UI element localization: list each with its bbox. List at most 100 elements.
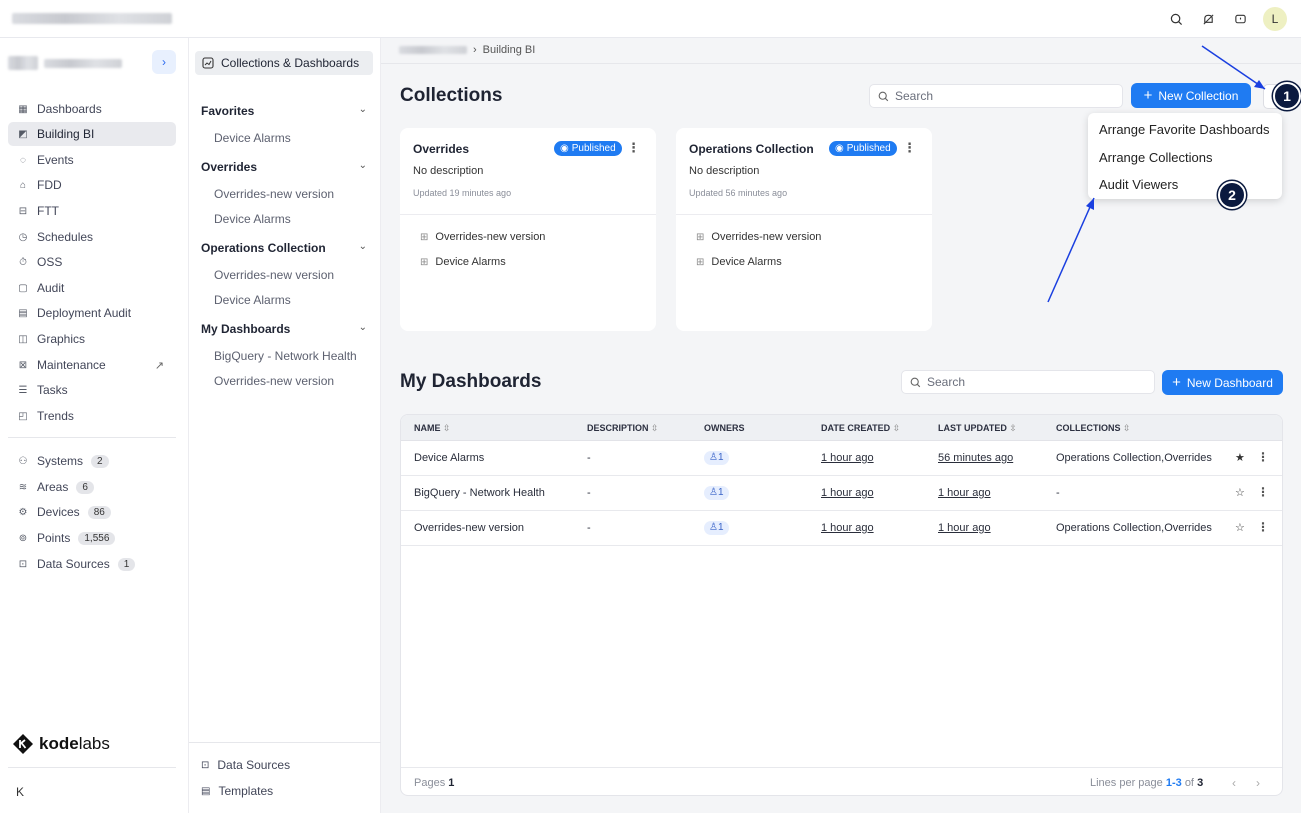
sidebar-item-points[interactable]: ⊚ Points 1,556: [8, 526, 176, 550]
sidebar-item-label: Data Sources: [37, 557, 110, 571]
panel-dashboard-link[interactable]: BigQuery - Network Health: [214, 349, 357, 363]
menu-item-arrange-favorite-dashboards[interactable]: Arrange Favorite Dashboards: [1099, 122, 1270, 137]
collection-dashboard-item[interactable]: ⊞ Overrides-new version: [420, 231, 545, 243]
collection-card[interactable]: Overrides ◉ Published ⋮ No description Up…: [400, 128, 656, 331]
panel-dashboard-link[interactable]: Overrides-new version: [214, 374, 334, 388]
group-header-favorites[interactable]: Favorites ⌄: [201, 104, 367, 118]
dashboards-search-input[interactable]: Search: [901, 370, 1155, 394]
sidebar-item-trends[interactable]: ◰ Trends: [8, 404, 176, 428]
sidebar-item-ftt[interactable]: ⊟ FTT: [8, 199, 176, 223]
templates-link[interactable]: ▤ Templates: [201, 784, 273, 798]
sidebar-item-fdd[interactable]: ⌂ FDD: [8, 173, 176, 197]
collection-card[interactable]: Operations Collection ◉ Published ⋮ No de…: [676, 128, 932, 331]
owners-chip[interactable]: ♙1: [704, 521, 729, 535]
notifications-off-icon[interactable]: [1199, 10, 1217, 28]
avatar[interactable]: L: [1263, 7, 1287, 31]
group-header-my-dashboards[interactable]: My Dashboards ⌄: [201, 322, 367, 336]
chevron-down-icon[interactable]: ⌄: [359, 160, 367, 174]
sidebar-item-deployment-audit[interactable]: ▤ Deployment Audit: [8, 301, 176, 325]
menu-item-audit-viewers[interactable]: Audit Viewers: [1099, 177, 1178, 192]
chat-icon[interactable]: [1231, 10, 1249, 28]
panel-dashboard-link[interactable]: Device Alarms: [214, 212, 291, 226]
panel-dashboard-link[interactable]: Overrides-new version: [214, 268, 334, 282]
sidebar-item-events[interactable]: ◌ Events: [8, 148, 176, 172]
owners-chip[interactable]: ♙1: [704, 486, 729, 500]
star-filled-icon[interactable]: ★: [1235, 451, 1245, 464]
sidebar-item-tasks[interactable]: ☰ Tasks: [8, 378, 176, 402]
panel-dashboard-link[interactable]: Device Alarms: [214, 131, 291, 145]
org-switcher[interactable]: ›: [8, 50, 176, 76]
external-link-icon[interactable]: ↗: [155, 359, 164, 372]
group-header-overrides[interactable]: Overrides ⌄: [201, 160, 367, 174]
cell-collections: -: [1056, 487, 1060, 499]
star-outline-icon[interactable]: ☆: [1235, 521, 1245, 534]
cell-name[interactable]: BigQuery - Network Health: [414, 487, 545, 499]
panel-dashboard-link[interactable]: Device Alarms: [214, 293, 291, 307]
sidebar-item-dashboards[interactable]: ▦ Dashboards: [8, 97, 176, 121]
prev-page-icon[interactable]: ‹: [1232, 776, 1236, 790]
column-header-collections[interactable]: COLLECTIONS ⇳: [1056, 423, 1131, 434]
sidebar-item-label: Maintenance: [37, 358, 106, 372]
cell-name[interactable]: Overrides-new version: [414, 522, 524, 534]
table-row[interactable]: Overrides-new version - ♙1 1 hour ago 1 hour…: [401, 511, 1282, 546]
sidebar-item-label: FTT: [37, 204, 59, 218]
row-more-icon[interactable]: ⋮: [1257, 520, 1269, 534]
group-header-operations-collection[interactable]: Operations Collection ⌄: [201, 241, 367, 255]
panel-dashboard-link[interactable]: Overrides-new version: [214, 187, 334, 201]
sidebar-divider: [8, 437, 176, 438]
chevron-down-icon[interactable]: ⌄: [359, 104, 367, 118]
cell-name[interactable]: Device Alarms: [414, 452, 484, 464]
sidebar-item-label: Audit: [37, 281, 65, 295]
row-more-icon[interactable]: ⋮: [1257, 485, 1269, 499]
sidebar-item-schedules[interactable]: ◷ Schedules: [8, 225, 176, 249]
sidebar-item-audit[interactable]: ▢ Audit: [8, 276, 176, 300]
collections-dashboards-header[interactable]: Collections & Dashboards: [195, 51, 373, 75]
sidebar-item-areas[interactable]: ≋ Areas 6: [8, 475, 176, 499]
new-dashboard-button[interactable]: + New Dashboard: [1162, 370, 1283, 395]
chevron-down-icon[interactable]: ⌄: [359, 241, 367, 255]
breadcrumb-parent-redacted[interactable]: [399, 46, 467, 54]
search-icon[interactable]: [1167, 10, 1185, 28]
collapse-sidebar-icon[interactable]: K: [16, 785, 24, 799]
sidebar-item-building-bi[interactable]: ◩ Building BI: [8, 122, 176, 146]
sidebar-item-label: Dashboards: [37, 102, 102, 116]
sidebar-item-oss[interactable]: ⏱ OSS: [8, 250, 176, 274]
templates-icon: ▤: [201, 785, 211, 797]
app-title-redacted: [12, 13, 172, 24]
next-page-icon[interactable]: ›: [1256, 776, 1260, 790]
star-outline-icon[interactable]: ☆: [1235, 486, 1245, 499]
sidebar-item-label: Deployment Audit: [37, 306, 132, 320]
card-more-icon[interactable]: ⋮: [903, 140, 916, 156]
menu-item-arrange-collections[interactable]: Arrange Collections: [1099, 150, 1212, 165]
collection-dashboard-item[interactable]: ⊞ Device Alarms: [420, 256, 506, 268]
owners-chip[interactable]: ♙1: [704, 451, 729, 465]
sidebar-item-label: FDD: [37, 178, 62, 192]
collection-dashboard-item[interactable]: ⊞ Device Alarms: [696, 256, 782, 268]
count-badge: 2: [91, 454, 109, 468]
eye-icon: ◉: [835, 143, 844, 154]
cell-date-created: 1 hour ago: [821, 522, 874, 534]
sidebar-item-devices[interactable]: ⚙ Devices 86: [8, 500, 176, 524]
column-header-last-updated[interactable]: LAST UPDATED ⇳: [938, 423, 1017, 434]
my-dashboards-title: My Dashboards: [400, 371, 542, 392]
table-row[interactable]: BigQuery - Network Health - ♙1 1 hour ago 1 …: [401, 476, 1282, 511]
sidebar-item-systems[interactable]: ⚇ Systems 2: [8, 449, 176, 473]
new-collection-button[interactable]: + New Collection: [1131, 83, 1251, 108]
sidebar-item-label: Points: [37, 531, 71, 545]
table-header: NAME ⇳ DESCRIPTION ⇳ OWNERS DATE CREATED…: [401, 415, 1282, 441]
chevron-right-icon[interactable]: ›: [152, 50, 176, 74]
card-more-icon[interactable]: ⋮: [627, 140, 640, 156]
chevron-down-icon[interactable]: ⌄: [359, 322, 367, 336]
sidebar-item-graphics[interactable]: ◫ Graphics: [8, 327, 176, 351]
collections-search-input[interactable]: Search: [869, 84, 1123, 108]
row-more-icon[interactable]: ⋮: [1257, 450, 1269, 464]
table-row[interactable]: Device Alarms - ♙1 1 hour ago 56 minutes ago…: [401, 441, 1282, 476]
data-sources-link[interactable]: ⊡ Data Sources: [201, 758, 290, 772]
column-header-date-created[interactable]: DATE CREATED ⇳: [821, 423, 900, 434]
sidebar-item-maintenance[interactable]: ⊠ Maintenance ↗: [8, 353, 176, 377]
column-header-description[interactable]: DESCRIPTION ⇳: [587, 423, 659, 434]
sidebar-item-data-sources[interactable]: ⊡ Data Sources 1: [8, 552, 176, 576]
count-badge: 86: [87, 505, 111, 519]
column-header-name[interactable]: NAME ⇳: [414, 423, 451, 434]
collection-dashboard-item[interactable]: ⊞ Overrides-new version: [696, 231, 821, 243]
